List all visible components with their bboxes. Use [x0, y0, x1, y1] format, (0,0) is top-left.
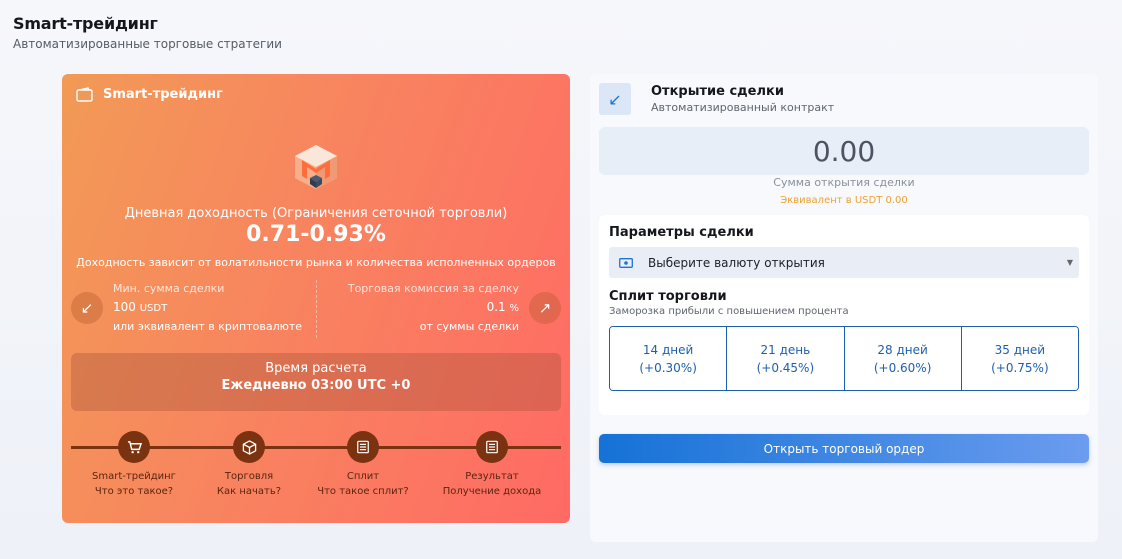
- currency-select-label: Выберите валюту открытия: [648, 255, 825, 270]
- cart-icon: [118, 431, 150, 463]
- commission-stat: Торговая комиссия за сделку 0.1 % от сум…: [348, 282, 519, 333]
- step-result[interactable]: Результат Получение дохода: [437, 431, 547, 497]
- cash-icon: [619, 257, 633, 268]
- daily-yield-caption: Дневная доходность (Ограничения сеточной…: [124, 206, 508, 221]
- arrow-down-left-icon: ↙: [599, 83, 631, 115]
- amount-box: [599, 127, 1089, 175]
- open-trade-order-button[interactable]: Открыть торговый ордер: [599, 434, 1089, 463]
- min-amount-stat: Мин. сумма сделки 100 USDT или эквивален…: [113, 282, 302, 333]
- split-days: 28 дней: [877, 342, 928, 357]
- trade-subtitle: Автоматизированный контракт: [651, 101, 835, 114]
- stats-divider: [316, 280, 317, 338]
- steps-timeline: Smart-трейдинг Что это такое? Торговля К…: [71, 431, 561, 501]
- commission-sub: от суммы сделки: [419, 320, 519, 333]
- split-options: 14 дней (+0.30%) 21 день (+0.45%) 28 дне…: [609, 326, 1079, 391]
- page-title: Smart-трейдинг: [13, 14, 158, 33]
- currency-select[interactable]: Выберите валюту открытия ▼: [609, 247, 1079, 278]
- step-title: Результат: [465, 471, 519, 482]
- min-amount-label: Мин. сумма сделки: [113, 282, 225, 295]
- step-title: Smart-трейдинг: [92, 471, 176, 482]
- amount-input[interactable]: [599, 134, 1089, 168]
- page-header: Smart-трейдинг Автоматизированные торгов…: [13, 14, 282, 51]
- split-rate: (+0.75%): [991, 360, 1049, 375]
- step-title: Торговля: [224, 471, 274, 482]
- step-sub: Что это такое?: [94, 486, 174, 497]
- daily-yield-value: 0.71-0.93%: [246, 222, 386, 247]
- arrow-down-left-icon: ↙: [80, 299, 94, 317]
- step-sub: Получение дохода: [442, 486, 542, 497]
- chevron-down-icon: ▼: [1066, 258, 1073, 267]
- stats-row: ↙ Мин. сумма сделки 100 USDT или эквивал…: [71, 280, 561, 338]
- document-icon: [347, 431, 379, 463]
- calc-label: Время расчета: [265, 361, 367, 376]
- split-option-28[interactable]: 28 дней (+0.60%): [843, 327, 961, 390]
- commission-unit: %: [509, 303, 519, 314]
- promo-title: Smart-трейдинг: [103, 87, 223, 102]
- commission-value: 0.1 %: [348, 300, 519, 314]
- min-amount-number: 100: [113, 300, 136, 314]
- split-option-35[interactable]: 35 дней (+0.75%): [960, 327, 1078, 390]
- commission-number: 0.1: [486, 300, 506, 314]
- split-subtitle: Заморозка прибыли с повышением процента: [609, 306, 849, 317]
- calc-time: Ежедневно 03:00 UTC +0: [221, 378, 411, 393]
- step-sub: Что такое сплит?: [317, 486, 409, 497]
- calculation-time-box: Время расчета Ежедневно 03:00 UTC +0: [71, 353, 561, 411]
- split-rate: (+0.30%): [639, 360, 697, 375]
- split-option-21[interactable]: 21 день (+0.45%): [726, 327, 844, 390]
- trade-header-text: Открытие сделки Автоматизированный контр…: [651, 83, 834, 115]
- split-rate: (+0.45%): [756, 360, 815, 375]
- brand-logo-icon: [291, 142, 341, 192]
- commission-label: Торговая комиссия за сделку: [347, 282, 519, 295]
- arrow-up-right-icon: ↗: [538, 299, 552, 317]
- yield-note: Доходность зависит от волатильности рынк…: [76, 256, 556, 269]
- split-rate: (+0.60%): [873, 360, 932, 375]
- smart-trading-info-card: Smart-трейдинг Дневная доходность (Огран…: [62, 74, 570, 523]
- amount-label: Сумма открытия сделки: [773, 176, 915, 189]
- split-option-14[interactable]: 14 дней (+0.30%): [610, 327, 727, 390]
- step-title: Сплит: [346, 471, 380, 482]
- trade-params-box: Параметры сделки Выберите валюту открыти…: [599, 215, 1089, 415]
- step-sub: Как начать?: [216, 486, 282, 497]
- wallet-icon: [76, 87, 93, 102]
- page-subtitle: Автоматизированные торговые стратегии: [13, 37, 282, 51]
- open-trade-panel: ↙ Открытие сделки Автоматизированный кон…: [590, 74, 1098, 542]
- step-trading[interactable]: Торговля Как начать?: [194, 431, 304, 497]
- promo-header: Smart-трейдинг: [76, 87, 223, 102]
- trade-title: Открытие сделки: [651, 84, 784, 99]
- box-icon: [233, 431, 265, 463]
- arrow-down-left-button[interactable]: ↙: [71, 292, 103, 324]
- step-split[interactable]: Сплит Что такое сплит?: [308, 431, 418, 497]
- min-amount-value: 100 USDT: [113, 300, 302, 314]
- trade-header: ↙ Открытие сделки Автоматизированный кон…: [599, 83, 834, 115]
- min-amount-sub: или эквивалент в криптовалюте: [113, 320, 303, 333]
- params-title: Параметры сделки: [609, 225, 754, 240]
- min-amount-unit: USDT: [139, 303, 168, 314]
- document-icon: [476, 431, 508, 463]
- amount-equivalent: Эквивалент в USDT 0.00: [780, 195, 908, 206]
- arrow-up-right-button[interactable]: ↗: [529, 292, 561, 324]
- step-smart-trading[interactable]: Smart-трейдинг Что это такое?: [79, 431, 189, 497]
- split-days: 14 дней: [642, 342, 694, 357]
- split-days: 21 день: [760, 342, 811, 357]
- split-days: 35 дней: [994, 342, 1046, 357]
- split-title: Сплит торговли: [609, 289, 727, 304]
